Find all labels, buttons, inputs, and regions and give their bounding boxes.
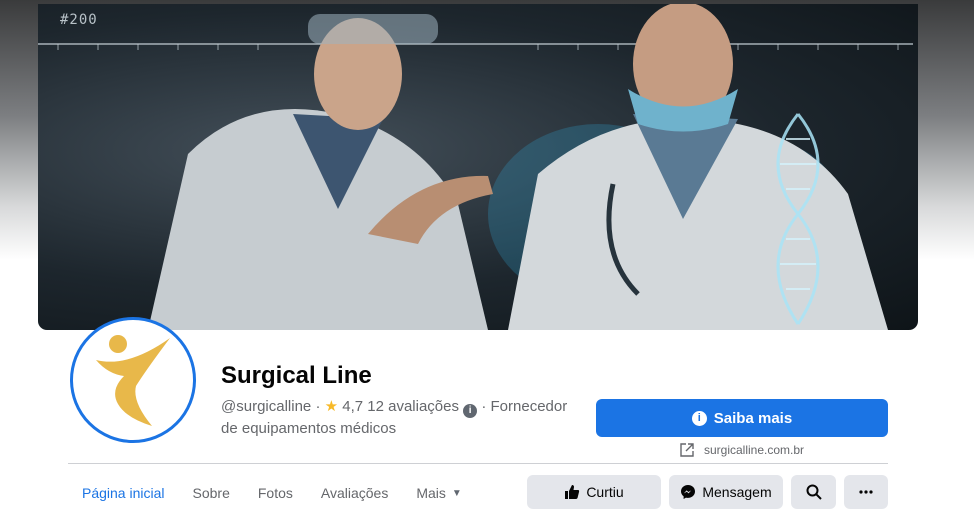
messenger-icon: [681, 485, 696, 499]
meta-separator-2: ·: [481, 398, 487, 415]
info-icon[interactable]: i: [463, 404, 478, 418]
page-meta: @surgicalline · ★ 4,7 12 avaliações i · …: [221, 396, 586, 439]
thumbs-up-icon: [565, 485, 580, 499]
page-title: Surgical Line: [221, 362, 372, 389]
saiba-mais-label: Saiba mais: [713, 409, 793, 427]
tab-mais[interactable]: Mais ▼: [402, 476, 475, 510]
tab-pagina-inicial[interactable]: Página inicial: [68, 476, 179, 510]
website-link[interactable]: surgicalline.com.br: [680, 441, 804, 459]
tab-label: Mais: [416, 485, 446, 501]
saiba-mais-button[interactable]: i Saiba mais: [596, 399, 888, 437]
curtiu-label: Curtiu: [586, 484, 624, 500]
search-button[interactable]: [791, 475, 836, 509]
mensagem-button[interactable]: Mensagem: [669, 475, 783, 509]
info-icon: i: [691, 410, 707, 426]
cover-illustration: [38, 4, 913, 330]
caret-down-icon: ▼: [451, 487, 462, 499]
tab-avaliacoes[interactable]: Avaliações: [307, 476, 402, 510]
reviews-count[interactable]: 12 avaliações: [367, 398, 459, 415]
tab-label: Sobre: [192, 485, 230, 501]
more-options-button[interactable]: [844, 475, 888, 509]
meta-separator: ·: [315, 398, 321, 415]
tab-label: Fotos: [257, 485, 293, 501]
page-tabs: Página inicial Sobre Fotos Avaliações Ma…: [68, 476, 476, 510]
rating-value[interactable]: 4,7: [342, 398, 363, 415]
header-divider: [68, 463, 888, 464]
star-icon: ★: [324, 398, 339, 415]
page-handle: @surgicalline: [221, 398, 312, 415]
search-icon: [806, 484, 822, 500]
cover-photo[interactable]: #200: [38, 4, 918, 330]
tab-label: Avaliações: [320, 485, 389, 501]
curtiu-button[interactable]: Curtiu: [527, 475, 661, 509]
surgical-line-logo: [96, 335, 170, 426]
cover-hud-label: #200: [60, 12, 98, 28]
tab-sobre[interactable]: Sobre: [179, 476, 244, 510]
external-link-icon: [680, 443, 694, 457]
mensagem-label: Mensagem: [702, 484, 772, 500]
more-dots-icon: [859, 490, 873, 494]
tab-fotos[interactable]: Fotos: [244, 476, 307, 510]
tab-label: Página inicial: [82, 485, 165, 501]
website-url: surgicalline.com.br: [704, 443, 805, 457]
profile-avatar[interactable]: [70, 317, 196, 443]
